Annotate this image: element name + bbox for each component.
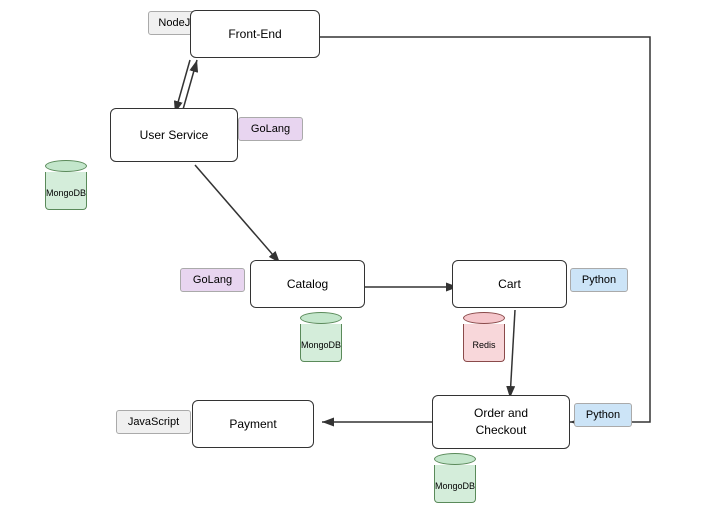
catalog-node: Catalog xyxy=(250,260,365,308)
golang-user-badge: GoLang xyxy=(238,117,303,141)
mongodb-user-db: MongoDB xyxy=(45,160,87,210)
diagram-container: NodeJS Front-End User Service GoLang Mon… xyxy=(0,0,721,506)
redis-cart-db: Redis xyxy=(463,312,505,362)
arrows-svg xyxy=(0,0,721,506)
python-order-badge: Python xyxy=(574,403,632,427)
mongodb-order-db: MongoDB xyxy=(434,453,476,503)
userservice-node: User Service xyxy=(110,108,238,162)
frontend-node: Front-End xyxy=(190,10,320,58)
python-cart-badge: Python xyxy=(570,268,628,292)
cart-node: Cart xyxy=(452,260,567,308)
payment-node: Payment xyxy=(192,400,314,448)
mongodb-catalog-db: MongoDB xyxy=(300,312,342,362)
javascript-payment-badge: JavaScript xyxy=(116,410,191,434)
order-node: Order and Checkout xyxy=(432,395,570,449)
golang-catalog-badge: GoLang xyxy=(180,268,245,292)
